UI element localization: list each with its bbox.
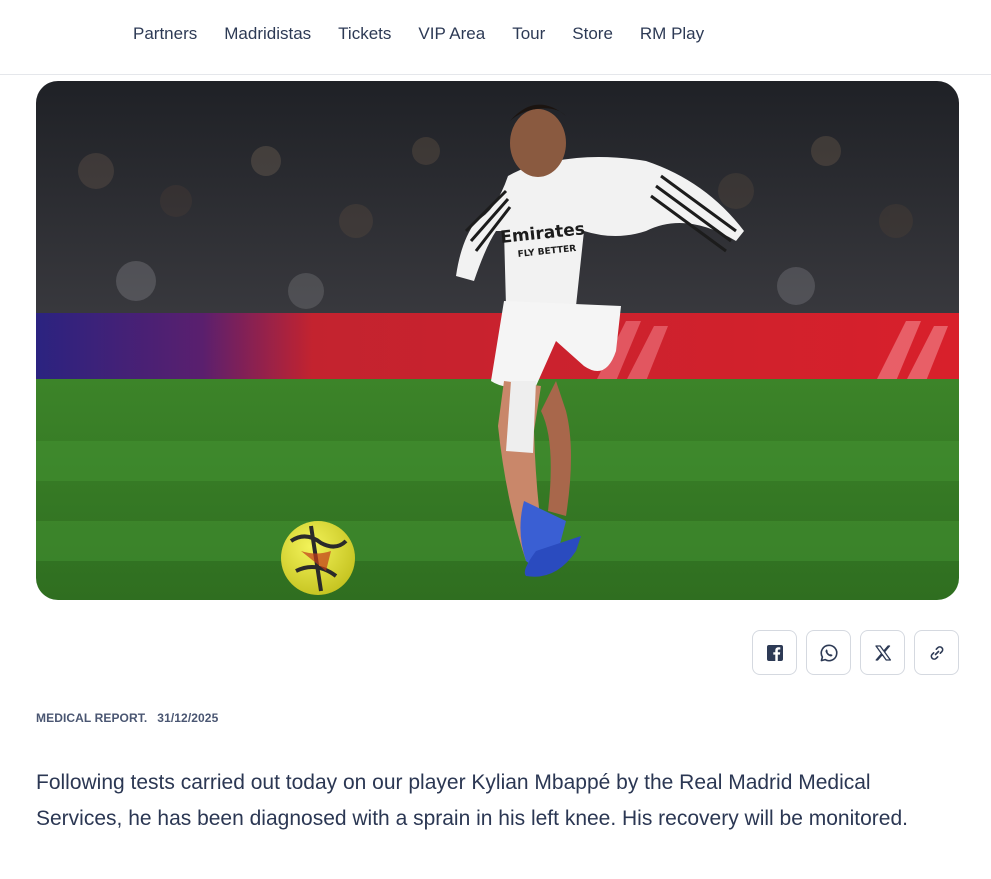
share-buttons [752, 630, 959, 675]
top-navigation: Partners Madridistas Tickets VIP Area To… [0, 0, 991, 75]
share-whatsapp-button[interactable] [806, 630, 851, 675]
article-meta: MEDICAL REPORT. 31/12/2025 [36, 711, 218, 725]
copy-link-button[interactable] [914, 630, 959, 675]
facebook-icon [766, 644, 783, 661]
link-icon [930, 645, 943, 660]
nav-menu: Partners Madridistas Tickets VIP Area To… [133, 22, 731, 46]
article-date: 31/12/2025 [157, 711, 219, 725]
player-photo: Emirates FLY BETTER [36, 81, 959, 600]
nav-item-madridistas[interactable]: Madridistas [224, 22, 311, 46]
x-icon [874, 644, 891, 661]
share-x-button[interactable] [860, 630, 905, 675]
whatsapp-icon [819, 643, 838, 661]
nav-item-rm-play[interactable]: RM Play [640, 22, 704, 46]
nav-item-partners[interactable]: Partners [133, 22, 197, 46]
nav-item-tickets[interactable]: Tickets [338, 22, 391, 46]
hero-image: Emirates FLY BETTER [36, 81, 959, 600]
nav-item-tour[interactable]: Tour [512, 22, 545, 46]
article-category[interactable]: MEDICAL REPORT. [36, 711, 147, 725]
share-facebook-button[interactable] [752, 630, 797, 675]
nav-item-store[interactable]: Store [572, 22, 613, 46]
nav-item-vip-area[interactable]: VIP Area [418, 22, 485, 46]
article-body: Following tests carried out today on our… [36, 771, 908, 830]
